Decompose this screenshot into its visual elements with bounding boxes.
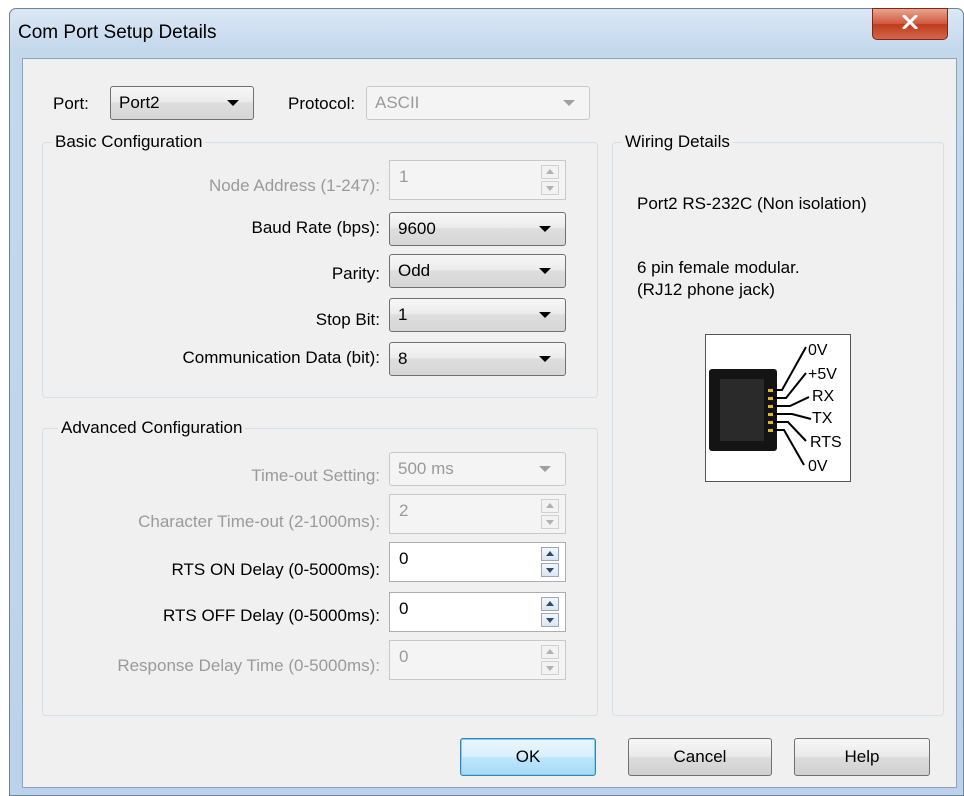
stepper-up-icon[interactable] [541,499,559,513]
close-button[interactable] [872,8,948,40]
stepper-down-icon[interactable] [541,613,559,627]
stepper-down-icon[interactable] [541,181,559,195]
protocol-label: Protocol: [288,94,356,113]
character-timeout-value: 2 [399,501,409,520]
response-delay-value: 0 [399,647,409,666]
node-address-label: Node Address (1-247): [208,176,380,195]
chevron-down-icon [227,100,239,106]
protocol-select[interactable]: ASCII [366,86,590,120]
stepper-down-icon[interactable] [541,661,559,675]
stepper-down-icon[interactable] [541,515,559,529]
stepper-up-icon[interactable] [541,597,559,611]
stop-bit-value: 1 [398,305,408,324]
connector-description-line2: (RJ12 phone jack) [637,280,775,299]
response-delay-stepper[interactable]: 0 [389,640,566,680]
pin-label: +5V [808,366,837,383]
character-timeout-label: Character Time-out (2-1000ms): [138,512,380,531]
rts-off-delay-value: 0 [399,599,409,618]
rts-off-delay-stepper[interactable]: 0 [389,592,566,632]
baud-rate-label: Baud Rate (bps): [251,218,380,237]
parity-label: Parity: [331,264,380,283]
response-delay-label: Response Delay Time (0-5000ms): [117,656,380,675]
stop-bit-label: Stop Bit: [315,310,380,329]
protocol-select-value: ASCII [375,93,420,112]
pin-label: RTS [810,434,842,451]
wiring-details-title: Wiring Details [622,132,733,152]
ok-button[interactable]: OK [460,738,596,776]
parity-value: Odd [398,261,431,280]
node-address-value: 1 [399,167,409,186]
timeout-setting-label: Time-out Setting: [251,466,380,485]
port-select[interactable]: Port2 [110,86,254,120]
rts-on-delay-value: 0 [399,549,409,568]
chevron-down-icon [539,466,551,472]
wiring-port-description: Port2 RS-232C (Non isolation) [637,194,867,213]
stepper-up-icon[interactable] [541,165,559,179]
chevron-down-icon [563,100,575,106]
character-timeout-stepper[interactable]: 2 [389,494,566,534]
rts-on-delay-stepper[interactable]: 0 [389,542,566,582]
rts-on-delay-label: RTS ON Delay (0-5000ms): [171,560,380,579]
stepper-down-icon[interactable] [541,563,559,577]
rj12-jack-diagram: 0V +5V RX TX RTS 0V [705,334,851,482]
communication-data-label: Communication Data (bit): [182,348,380,367]
basic-configuration-title: Basic Configuration [52,132,206,152]
pin-label: 0V [808,342,828,359]
window-title: Com Port Setup Details [18,22,217,43]
chevron-down-icon [539,226,551,232]
timeout-setting-value: 500 ms [398,459,454,478]
cancel-button[interactable]: Cancel [628,738,772,776]
parity-select[interactable]: Odd [389,254,566,288]
connector-description-line1: 6 pin female modular. [637,258,800,277]
port-select-value: Port2 [119,93,160,112]
stepper-up-icon[interactable] [541,547,559,561]
chevron-down-icon [539,312,551,318]
stepper-up-icon[interactable] [541,645,559,659]
chevron-down-icon [539,268,551,274]
stop-bit-select[interactable]: 1 [389,298,566,332]
rts-off-delay-label: RTS OFF Delay (0-5000ms): [163,606,380,625]
advanced-configuration-title: Advanced Configuration [58,418,246,438]
pin-label: RX [812,388,835,405]
close-icon [902,14,918,34]
baud-rate-value: 9600 [398,219,436,238]
pin-label: 0V [808,458,828,475]
help-button[interactable]: Help [794,738,930,776]
node-address-stepper[interactable]: 1 [389,160,566,200]
chevron-down-icon [539,356,551,362]
baud-rate-select[interactable]: 9600 [389,212,566,246]
communication-data-select[interactable]: 8 [389,342,566,376]
communication-data-value: 8 [398,349,408,368]
timeout-setting-select[interactable]: 500 ms [389,452,566,486]
pin-label: TX [812,410,833,427]
port-label: Port: [53,94,89,113]
